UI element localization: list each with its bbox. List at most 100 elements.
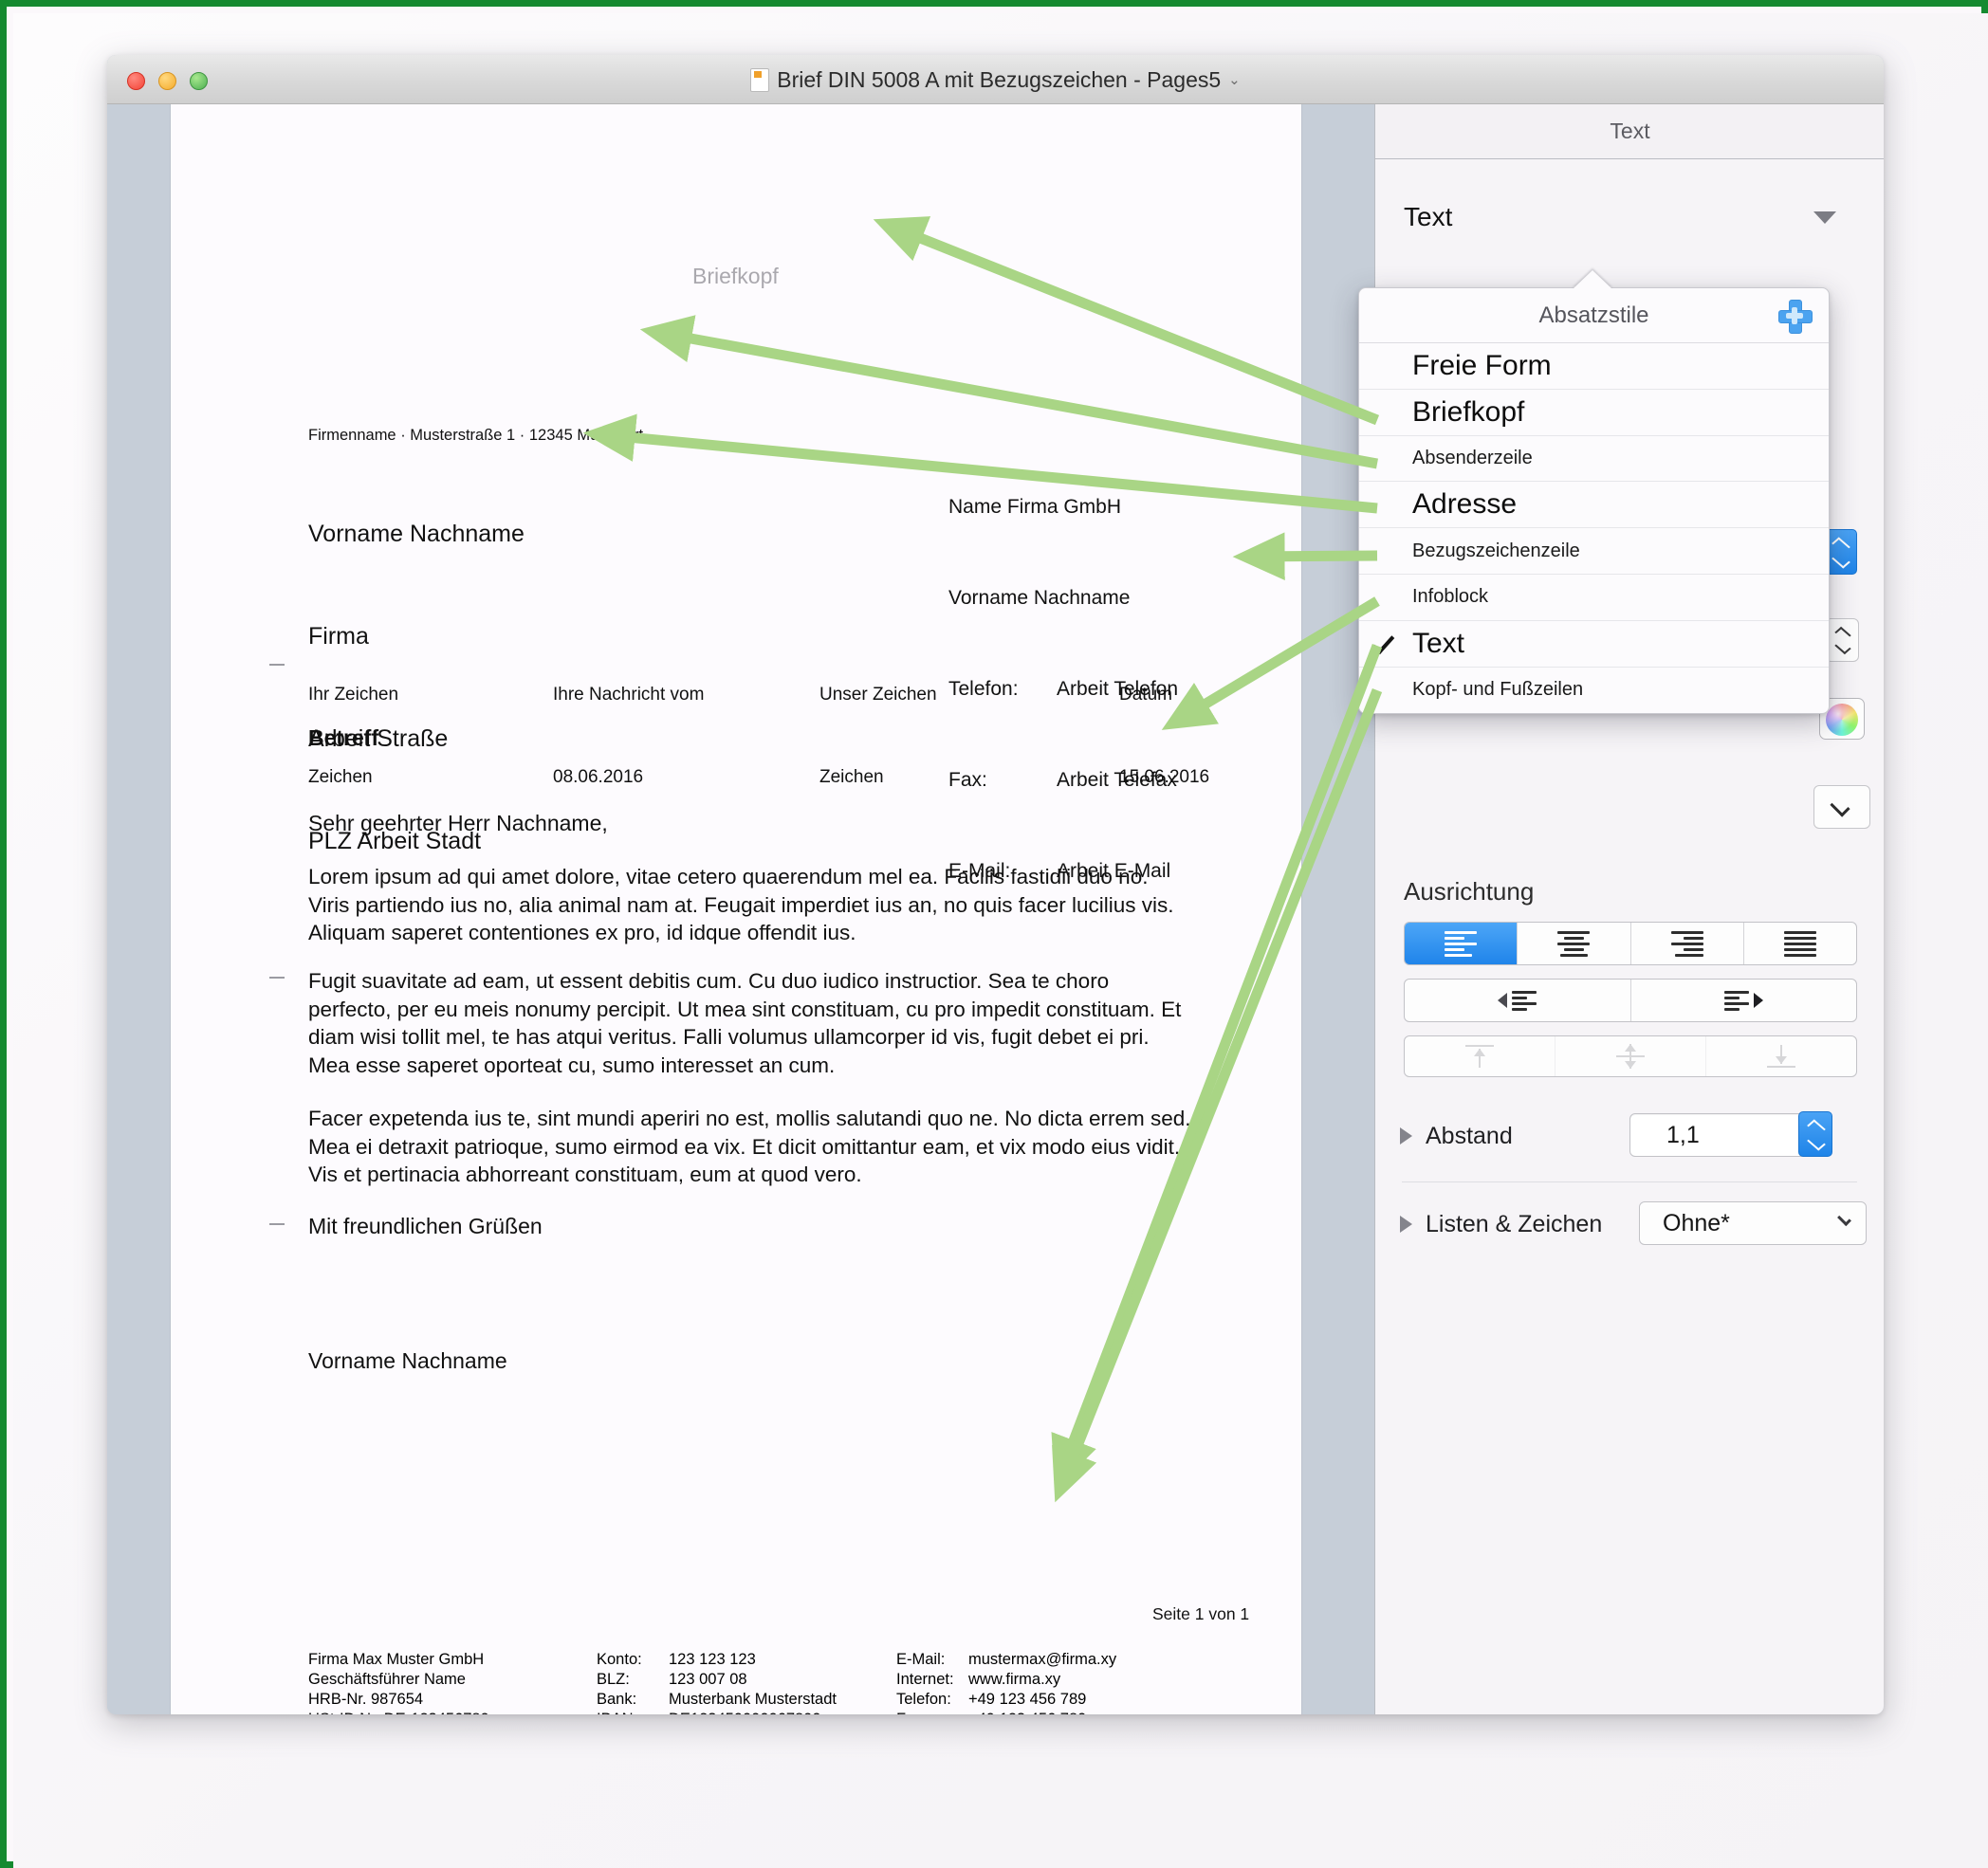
align-right-button[interactable] — [1631, 923, 1744, 964]
footer-line: Geschäftsführer Name — [308, 1671, 466, 1688]
popup-header: Absatzstile — [1359, 288, 1829, 343]
reference-value: Zeichen — [819, 767, 884, 787]
letterhead-placeholder[interactable]: Briefkopf — [692, 264, 779, 289]
style-item-label: Absenderzeile — [1412, 447, 1533, 468]
character-spacing-stepper[interactable] — [1825, 618, 1859, 662]
footer-row: IBAN: DE123450000067890 — [597, 1710, 837, 1714]
style-item-label: Freie Form — [1412, 349, 1552, 381]
footer-row: Konto: 123 123 123 — [597, 1650, 837, 1670]
footer-line: Firma Max Muster GmbH — [308, 1651, 485, 1668]
footer-value: www.firma.xy — [968, 1671, 1061, 1688]
style-item-label: Text — [1412, 627, 1465, 659]
lists-label: Listen & Zeichen — [1426, 1210, 1603, 1237]
footer-key: BLZ: — [597, 1671, 630, 1688]
footer-key: E-Mail: — [896, 1651, 946, 1668]
window-titlebar: Brief DIN 5008 A mit Bezugszeichen - Pag… — [107, 55, 1884, 104]
style-item-briefkopf[interactable]: Briefkopf — [1359, 390, 1829, 436]
chevron-down-icon[interactable]: ⌄ — [1228, 71, 1241, 88]
salutation[interactable]: Sehr geehrter Herr Nachname, — [308, 811, 608, 836]
align-left-button[interactable] — [1405, 923, 1519, 964]
alignment-section-title: Ausrichtung — [1404, 877, 1535, 906]
style-item-infoblock[interactable]: Infoblock — [1359, 575, 1829, 621]
margin-tick — [269, 1223, 285, 1225]
style-item-adresse[interactable]: Adresse — [1359, 482, 1829, 529]
align-center-button[interactable] — [1518, 923, 1631, 964]
chevron-down-icon — [1837, 1212, 1851, 1227]
decrease-indent-button[interactable] — [1405, 980, 1631, 1021]
style-item-label: Infoblock — [1412, 586, 1489, 608]
footer-value: mustermax@firma.xy — [968, 1651, 1117, 1668]
sidebar-tab-label: Text — [1610, 119, 1650, 143]
reference-column: Datum 15.06.2016 — [1119, 626, 1209, 846]
increase-indent-button[interactable] — [1631, 980, 1857, 1021]
subject-line[interactable]: Betreff — [308, 725, 378, 751]
body-paragraph[interactable]: Facer expetenda ius te, sint mundi aperi… — [308, 1105, 1195, 1189]
reference-line-block[interactable]: Ihr Zeichen Zeichen Ihre Nachricht vom 0… — [308, 626, 1257, 791]
paragraph-style-name: Text — [1404, 202, 1453, 231]
indent-button-group[interactable] — [1404, 979, 1857, 1022]
footer-row: Bank: Musterbank Musterstadt — [597, 1690, 837, 1710]
add-style-icon[interactable] — [1777, 299, 1813, 334]
align-middle-button[interactable] — [1555, 1036, 1706, 1076]
document-canvas[interactable]: Briefkopf Firmenname · Musterstraße 1 · … — [107, 104, 1374, 1714]
lists-value: Ohne* — [1663, 1209, 1730, 1236]
color-wheel-icon — [1826, 704, 1858, 736]
style-item-freie-form[interactable]: Freie Form — [1359, 343, 1829, 390]
paragraph-styles-popup[interactable]: Absatzstile Freie Form Briefkopf Absende… — [1358, 287, 1830, 714]
align-bottom-icon — [1767, 1043, 1795, 1070]
signature-line[interactable]: Vorname Nachname — [308, 1348, 507, 1374]
footer-value: +49 123 456 780 — [968, 1710, 1086, 1714]
section-divider — [1402, 1181, 1857, 1182]
spacing-label: Abstand — [1426, 1122, 1513, 1149]
footer-key: Internet: — [896, 1671, 954, 1688]
alignment-button-group[interactable] — [1404, 922, 1857, 965]
reference-label: Unser Zeichen — [819, 685, 937, 705]
checkmark-icon — [1371, 631, 1395, 654]
lists-select[interactable]: Ohne* — [1639, 1201, 1867, 1245]
footer-column: Firma Max Muster GmbH Geschäftsführer Na… — [308, 1650, 489, 1714]
disclosure-triangle-icon[interactable] — [1400, 1127, 1412, 1145]
footer-column: E-Mail: mustermax@firma.xy Internet: www… — [896, 1650, 1116, 1714]
align-top-icon — [1465, 1043, 1494, 1070]
align-bottom-button[interactable] — [1706, 1036, 1856, 1076]
footer-key: Konto: — [597, 1651, 642, 1668]
footer-column: Konto: 123 123 123 BLZ: 123 007 08 Bank:… — [597, 1650, 837, 1714]
triangle-down-icon — [1813, 211, 1836, 224]
footer-key: Bank: — [597, 1691, 637, 1708]
footer-key: Fax: — [896, 1710, 968, 1714]
align-justify-button[interactable] — [1744, 923, 1856, 964]
footer-key: Telefon: — [896, 1691, 951, 1708]
window-title-group: Brief DIN 5008 A mit Bezugszeichen - Pag… — [107, 55, 1884, 104]
align-middle-icon — [1616, 1043, 1645, 1070]
style-item-kopf-und-fusszeilen[interactable]: Kopf- und Fußzeilen — [1359, 668, 1829, 713]
document-page[interactable]: Briefkopf Firmenname · Musterstraße 1 · … — [171, 104, 1301, 1714]
text-options-popup[interactable] — [1813, 785, 1870, 829]
footer-row: Internet: www.firma.xy — [896, 1670, 1116, 1690]
footer-value: +49 123 456 789 — [968, 1691, 1087, 1708]
spacing-stepper[interactable] — [1798, 1111, 1832, 1157]
style-item-text[interactable]: Text — [1359, 621, 1829, 668]
sidebar-tab-text[interactable]: Text — [1375, 104, 1884, 159]
paragraph-style-popup-button[interactable]: Text — [1404, 188, 1857, 247]
footer-line: HRB-Nr. 987654 — [308, 1691, 424, 1708]
disclosure-triangle-icon[interactable] — [1400, 1216, 1412, 1233]
style-item-absenderzeile[interactable]: Absenderzeile — [1359, 436, 1829, 483]
body-paragraph[interactable]: Lorem ipsum ad qui amet dolore, vitae ce… — [308, 863, 1195, 947]
info-person: Vorname Nachname — [948, 587, 1131, 609]
footer-row: Telefon: +49 123 456 789 — [896, 1690, 1116, 1710]
align-top-button[interactable] — [1405, 1036, 1555, 1076]
popup-pointer — [1573, 270, 1612, 289]
increase-indent-icon — [1723, 990, 1763, 1011]
footer-row: E-Mail: mustermax@firma.xy — [896, 1650, 1116, 1670]
sender-line[interactable]: Firmenname · Musterstraße 1 · 12345 Must… — [308, 427, 643, 445]
body-paragraph[interactable]: Fugit suavitate ad eam, ut essent debiti… — [308, 967, 1195, 1079]
reference-label: Ihr Zeichen — [308, 685, 399, 705]
decrease-indent-icon — [1498, 990, 1537, 1011]
spacing-row[interactable]: Abstand 1,1 — [1400, 1111, 1861, 1161]
vertical-alignment-group[interactable] — [1404, 1035, 1857, 1077]
closing-line[interactable]: Mit freundlichen Grüßen — [308, 1214, 543, 1239]
spacing-input[interactable]: 1,1 — [1629, 1113, 1810, 1157]
margin-tick — [269, 977, 285, 979]
lists-row[interactable]: Listen & Zeichen Ohne* — [1400, 1200, 1867, 1249]
style-item-bezugszeichenzeile[interactable]: Bezugszeichenzeile — [1359, 528, 1829, 575]
